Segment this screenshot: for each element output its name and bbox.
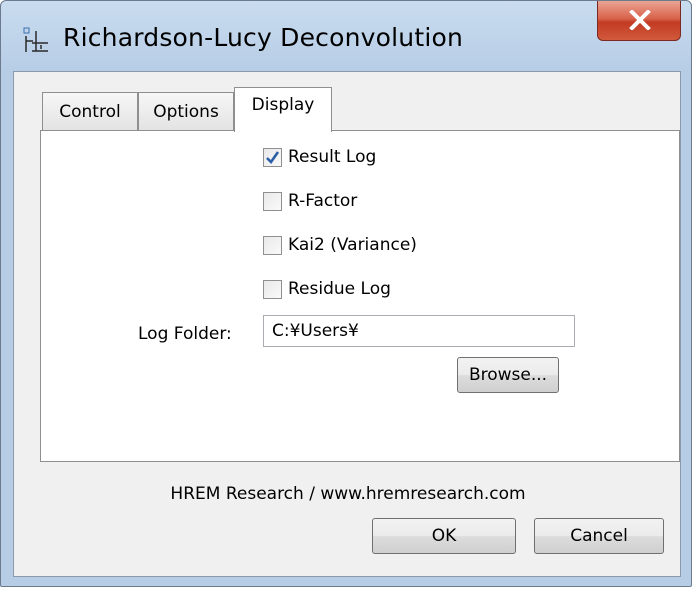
checkbox-box: [263, 235, 282, 255]
checkbox-label: R-Factor: [288, 191, 358, 211]
dialog-window: Richardson-Lucy Deconvolution Control Op…: [0, 0, 692, 587]
close-button[interactable]: [597, 1, 681, 41]
tab-control[interactable]: Control: [42, 92, 138, 130]
r-factor-checkbox[interactable]: R-Factor: [263, 189, 357, 213]
dialog-client-area: Control Options Display Result Log R-Fac…: [13, 71, 681, 577]
credit-text: HREM Research / www.hremresearch.com: [170, 484, 526, 504]
log-folder-label: Log Folder:: [138, 324, 232, 344]
cancel-button[interactable]: Cancel: [534, 518, 664, 554]
tab-display[interactable]: Display: [234, 87, 332, 132]
ok-button[interactable]: OK: [372, 518, 516, 554]
checkbox-label: Result Log: [288, 147, 377, 167]
checkbox-box: [263, 147, 282, 167]
checkbox-box: [263, 191, 282, 211]
result-log-checkbox[interactable]: Result Log: [263, 145, 376, 169]
display-tab-panel: Result Log R-Factor Kai2 (Variance) Resi…: [40, 130, 680, 462]
browse-button[interactable]: Browse...: [457, 357, 559, 393]
residue-log-checkbox[interactable]: Residue Log: [263, 277, 391, 301]
close-icon: [629, 10, 651, 30]
checkbox-box: [263, 279, 282, 299]
tab-options[interactable]: Options: [138, 92, 234, 130]
title-bar[interactable]: Richardson-Lucy Deconvolution: [1, 1, 691, 71]
app-icon: [23, 27, 48, 52]
checkbox-label: Residue Log: [288, 279, 391, 299]
window-title: Richardson-Lucy Deconvolution: [63, 23, 464, 52]
checkbox-label: Kai2 (Variance): [288, 235, 417, 255]
kai2-variance-checkbox[interactable]: Kai2 (Variance): [263, 233, 417, 257]
log-folder-input[interactable]: [263, 315, 575, 347]
checkmark-icon: [266, 150, 280, 164]
